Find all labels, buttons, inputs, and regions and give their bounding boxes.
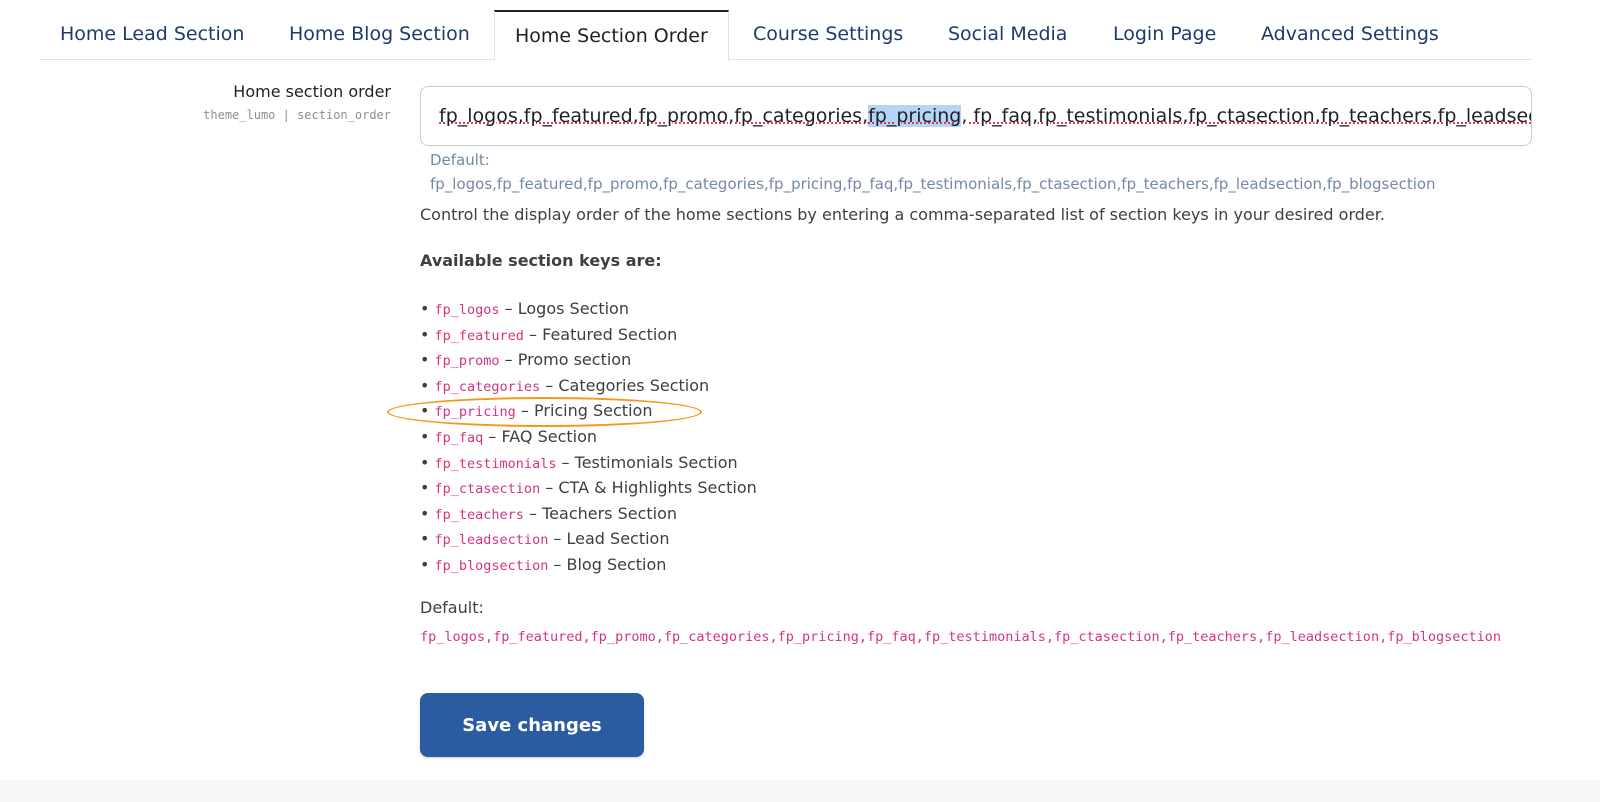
list-item: • fp_blogsection – Blog Section [420,554,667,574]
section-name: – Teachers Section [529,503,678,523]
section-key: fp_featured [434,327,524,344]
tab-social-media[interactable]: Social Media [928,10,1087,60]
highlight-ellipse [387,397,702,427]
list-item: • fp_categories – Categories Section [420,375,710,395]
save-changes-button[interactable]: Save changes [420,693,644,757]
section-name: – Lead Section [553,529,670,549]
tab-course-settings[interactable]: Course Settings [733,10,923,60]
section-name: – Logos Section [504,299,629,318]
page-footer-band [0,780,1600,802]
section-order-input[interactable]: fp_logos,fp_featured,fp_promo,fp_categor… [420,86,1532,146]
list-item: • fp_ctasection – CTA & Highlights Secti… [420,478,757,498]
section-key: fp_ctasection [434,481,541,498]
section-key: fp_testimonials [434,455,557,472]
field-default-value: fp_logos,fp_featured,fp_promo,fp_categor… [430,175,1436,193]
tab-home-lead-section[interactable]: Home Lead Section [40,10,264,60]
section-key: fp_logos [434,302,500,318]
input-text-after: , fp_faq,fp_testimonials,fp_ctasection,f… [961,105,1531,127]
tab-home-section-order[interactable]: Home Section Order [494,10,729,61]
section-name: – Featured Section [529,324,678,344]
input-text-before: fp_logos,fp_featured,fp_promo,fp_categor… [439,105,869,127]
defaults-value: fp_logos,fp_featured,fp_promo,fp_categor… [420,629,1501,645]
field-label: Home section order [233,82,391,101]
field-default-hint: Default: fp_logos,fp_featured,fp_promo,f… [430,148,1436,196]
section-key: fp_promo [434,353,500,370]
list-item: • fp_logos – Logos Section [420,299,629,318]
section-name: – Testimonials Section [561,452,738,472]
section-key: fp_blogsection [434,557,549,574]
defaults-label: Default: [420,598,484,617]
section-key: fp_faq [434,429,484,446]
list-item: • fp_leadsection – Lead Section [420,529,670,549]
section-key: fp_categories [434,378,541,395]
section-name: – Blog Section [553,554,667,574]
list-item: • fp_faq – FAQ Section [420,426,598,446]
field-default-label: Default: [430,151,490,169]
settings-tabs: Home Lead Section Home Blog Section Home… [40,0,1532,61]
section-name: – Categories Section [545,375,710,395]
available-keys-heading: Available section keys are: [420,251,662,270]
section-name: – CTA & Highlights Section [545,478,757,498]
list-item: • fp_teachers – Teachers Section [420,503,678,523]
section-name: – Promo section [504,350,632,370]
field-description: Control the display order of the home se… [420,205,1385,224]
tab-home-blog-section[interactable]: Home Blog Section [269,10,490,60]
list-item: • fp_featured – Featured Section [420,324,678,344]
section-key: fp_teachers [434,506,524,523]
section-key: fp_leadsection [434,532,549,549]
input-text-selected: fp_pricing [868,105,962,127]
field-setting-key: theme_lumo | section_order [203,108,391,122]
list-item: • fp_promo – Promo section [420,350,632,370]
section-name: – FAQ Section [488,426,598,446]
list-item: • fp_testimonials – Testimonials Section [420,452,738,472]
tab-login-page[interactable]: Login Page [1093,10,1236,60]
section-keys-list: • fp_logos – Logos Section • fp_featured… [420,296,757,578]
tab-advanced-settings[interactable]: Advanced Settings [1241,10,1459,60]
